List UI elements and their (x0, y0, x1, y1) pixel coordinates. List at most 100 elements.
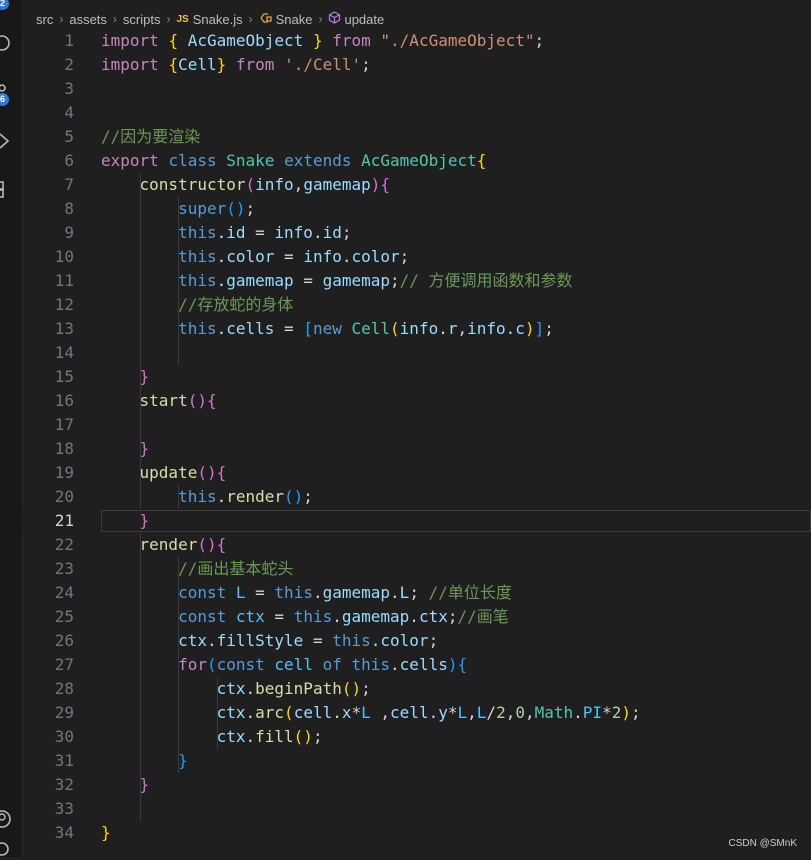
code-token: ; (245, 199, 256, 218)
account-icon[interactable] (0, 806, 22, 828)
code-token: . (573, 703, 583, 722)
code-token: cell (274, 655, 313, 674)
code-line[interactable]: 3 (22, 77, 811, 101)
code-line[interactable]: 14 (22, 341, 811, 365)
code-line[interactable]: 24 const L = this.gamemap.L; //单位长度 (22, 581, 811, 605)
code-line[interactable]: 9 this.id = info.id; (22, 221, 811, 245)
breadcrumb-item-src[interactable]: src (36, 12, 53, 27)
code-text: //因为要渲染 (101, 125, 200, 149)
code-line[interactable]: 20 this.render(); (22, 485, 811, 509)
code-line[interactable]: 33 (22, 797, 811, 821)
breadcrumb-item-scripts[interactable]: scripts (123, 12, 161, 27)
code-line[interactable]: 26 ctx.fillStyle = this.color; (22, 629, 811, 653)
extensions-icon[interactable] (0, 176, 22, 198)
code-line[interactable]: 16 start(){ (22, 389, 811, 413)
code-line[interactable]: 31 } (22, 749, 811, 773)
code-line[interactable]: 22 render(){ (22, 533, 811, 557)
code-token: [ (303, 319, 313, 338)
code-token: ( (206, 655, 217, 674)
code-token: info (255, 175, 294, 194)
code-line[interactable]: 13 this.cells = [new Cell(info.r,info.c)… (22, 317, 811, 341)
code-token: constructor (139, 175, 246, 194)
code-line[interactable]: 29 ctx.arc(cell.x*L ,cell.y*L,L/2,0,Math… (22, 701, 811, 725)
run-debug-icon[interactable] (0, 128, 22, 150)
code-token: { (216, 535, 227, 554)
code-line[interactable]: 28 ctx.beginPath(); (22, 677, 811, 701)
code-token: const (178, 607, 227, 626)
code-line[interactable]: 15 } (22, 365, 811, 389)
code-token: gamemap (341, 607, 410, 626)
code-token: ; (534, 31, 545, 50)
code-line[interactable]: 4 (22, 101, 811, 125)
code-token: import (101, 31, 159, 50)
code-line[interactable]: 6 export class Snake extends AcGameObject… (22, 149, 811, 173)
code-token: = (245, 583, 275, 602)
code-line[interactable]: 32 } (22, 773, 811, 797)
code-token: this (178, 247, 217, 266)
code-line[interactable]: 5 //因为要渲染 (22, 125, 811, 149)
code-token: const (216, 655, 265, 674)
code-token: 0 (515, 703, 525, 722)
code-line[interactable]: 11 this.gamemap = gamemap;// 方便调用函数和参数 (22, 269, 811, 293)
code-token: ctx (418, 607, 448, 626)
code-token: L (361, 703, 371, 722)
code-token: . (312, 583, 323, 602)
code-line[interactable]: 1 import { AcGameObject } from "./AcGameO… (22, 29, 811, 53)
code-line[interactable]: 18 } (22, 437, 811, 461)
code-token: class (168, 151, 217, 170)
code-line[interactable]: 12 //存放蛇的身体 (22, 293, 811, 317)
breadcrumb-item-assets[interactable]: assets (69, 12, 107, 27)
source-control-icon[interactable]: 6 (0, 80, 22, 106)
code-token: arc (255, 703, 285, 722)
code-token: = (274, 319, 304, 338)
code-token: . (216, 271, 227, 290)
code-line[interactable]: 34} (22, 821, 811, 845)
code-line[interactable]: 8 super(); (22, 197, 811, 221)
code-line[interactable]: 2 import {Cell} from './Cell'; (22, 53, 811, 77)
javascript-file-icon: JS (176, 13, 189, 25)
code-editor[interactable]: 1 import { AcGameObject } from "./AcGameO… (22, 29, 811, 857)
explorer-icon[interactable]: 2 (0, 0, 22, 22)
code-token: ctx (235, 607, 265, 626)
line-number: 10 (54, 247, 74, 266)
code-token: this (351, 655, 391, 674)
line-number: 30 (54, 727, 74, 746)
code-line[interactable]: 10 this.color = info.color; (22, 245, 811, 269)
code-token: render (226, 487, 285, 506)
code-token: / (486, 703, 497, 722)
line-number: 15 (54, 367, 74, 386)
code-token: this (274, 583, 313, 602)
code-line[interactable]: 19 update(){ (22, 461, 811, 485)
settings-gear-icon[interactable] (0, 836, 22, 858)
code-token: ; (399, 247, 410, 266)
code-line[interactable]: 7 constructor(info,gamemap){ (22, 173, 811, 197)
breadcrumb-item-method[interactable]: update (344, 12, 384, 27)
code-line[interactable]: 17 (22, 413, 811, 437)
code-line[interactable]: 30 ctx.fill(); (22, 725, 811, 749)
code-token: ( (284, 703, 294, 722)
search-icon[interactable] (0, 30, 22, 52)
code-token: . (216, 223, 227, 242)
code-line[interactable]: 27 for(const cell of this.cells){ (22, 653, 811, 677)
breadcrumb-item-class[interactable]: Snake (276, 12, 313, 27)
code-line[interactable]: 23 //画出基本蛇头 (22, 557, 811, 581)
code-token: //因为要渲染 (101, 127, 201, 146)
code-line[interactable]: 25 const ctx = this.gamemap.ctx;//画笔 (22, 605, 811, 629)
code-text: this.color = info.color; (101, 245, 409, 269)
chevron-right-icon: › (248, 12, 253, 26)
line-number: 29 (54, 703, 74, 722)
code-token: render (139, 535, 198, 554)
code-text: const ctx = this.gamemap.ctx;//画笔 (101, 605, 509, 629)
code-token: * (351, 703, 362, 722)
code-line[interactable]: 21 } (22, 509, 811, 533)
code-token: ; (341, 223, 352, 242)
line-number: 12 (54, 295, 74, 314)
breadcrumb-item-file[interactable]: Snake.js (193, 12, 243, 27)
code-token: ; (390, 271, 400, 290)
